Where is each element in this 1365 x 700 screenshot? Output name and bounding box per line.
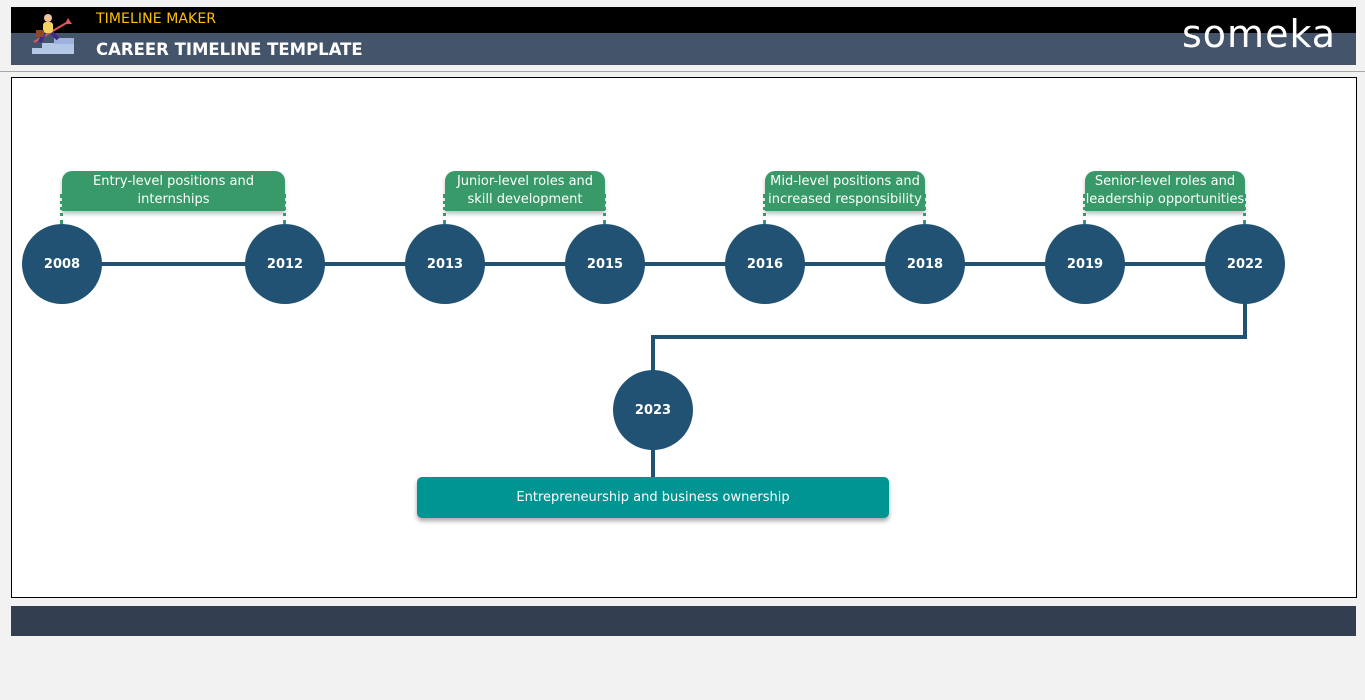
phase-label: Mid-level positions and increased respon… bbox=[768, 174, 922, 207]
bracket-dash bbox=[60, 194, 66, 224]
phase-label: Entry-level positions and internships bbox=[93, 174, 254, 207]
year-node-2008[interactable]: 2008 bbox=[22, 224, 102, 304]
year-node-2016[interactable]: 2016 bbox=[725, 224, 805, 304]
phase-box-senior-level: Senior-level roles and leadership opport… bbox=[1085, 171, 1245, 211]
timeline-connectors bbox=[62, 262, 1247, 478]
year-node-2019[interactable]: 2019 bbox=[1045, 224, 1125, 304]
bracket-dash bbox=[763, 194, 769, 224]
year-node-2012[interactable]: 2012 bbox=[245, 224, 325, 304]
phase-box-junior-level: Junior-level roles and skill development bbox=[445, 171, 605, 211]
year-node-2018[interactable]: 2018 bbox=[885, 224, 965, 304]
bracket-dash bbox=[603, 194, 609, 224]
bracket-dash bbox=[443, 194, 449, 224]
year-node-2022[interactable]: 2022 bbox=[1205, 224, 1285, 304]
year-node-2013[interactable]: 2013 bbox=[405, 224, 485, 304]
bracket-dash bbox=[1083, 194, 1089, 224]
year-node-2023[interactable]: 2023 bbox=[613, 370, 693, 450]
bracket-dash bbox=[923, 194, 929, 224]
phase-box-entry-level: Entry-level positions and internships bbox=[62, 171, 285, 211]
final-phase-box: Entrepreneurship and business ownership bbox=[417, 477, 889, 518]
phase-label: Senior-level roles and leadership opport… bbox=[1085, 174, 1245, 207]
bracket-dash bbox=[1243, 194, 1249, 224]
final-phase-label: Entrepreneurship and business ownership bbox=[516, 490, 790, 505]
year-node-2015[interactable]: 2015 bbox=[565, 224, 645, 304]
bracket-dash bbox=[283, 194, 289, 224]
phase-label: Junior-level roles and skill development bbox=[456, 174, 594, 207]
phase-box-mid-level: Mid-level positions and increased respon… bbox=[765, 171, 925, 211]
footer-bar bbox=[11, 606, 1356, 636]
